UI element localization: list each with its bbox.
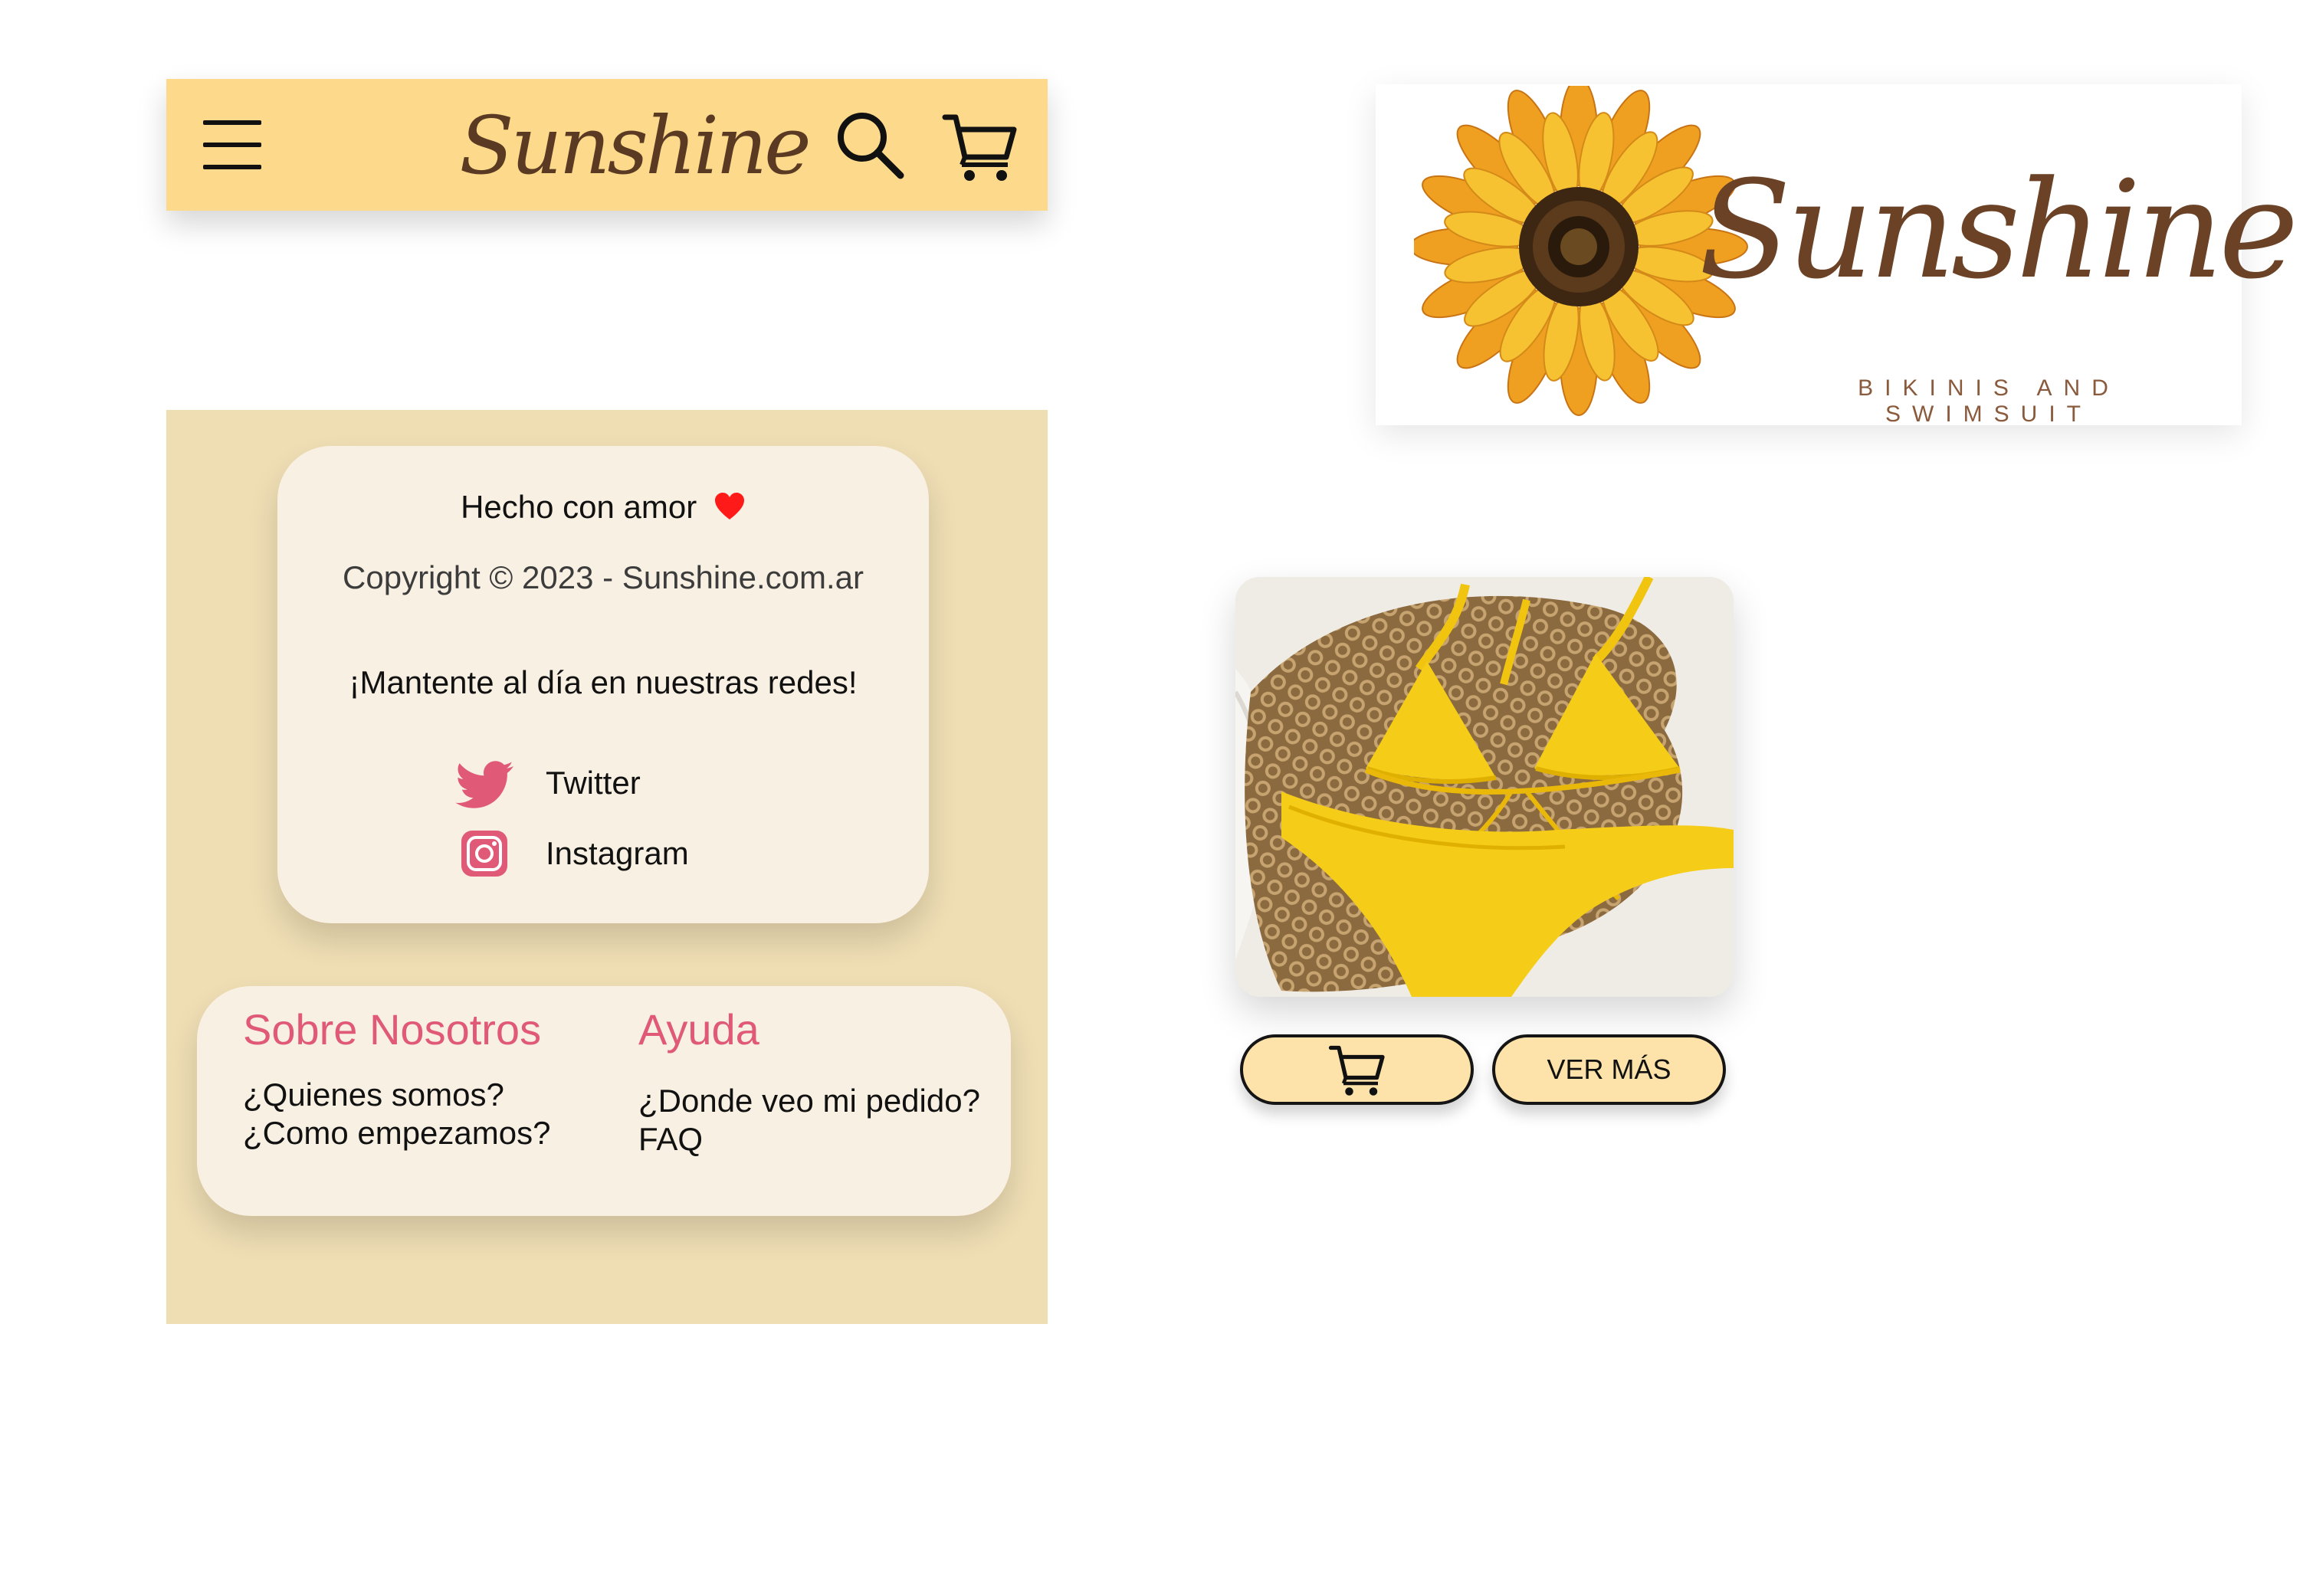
brand-logo-card: Sunshine BIKINIS AND SWIMSUIT <box>1376 84 2299 427</box>
made-with-text: Hecho con amor <box>461 489 697 525</box>
twitter-label: Twitter <box>546 765 641 801</box>
cart-icon <box>1328 1045 1385 1096</box>
copyright-text: Copyright © 2023 - Sunshine.com.ar <box>343 559 864 595</box>
add-to-cart-button[interactable] <box>1240 1034 1474 1105</box>
instagram-link[interactable]: Instagram <box>455 823 689 884</box>
footer-links-card: Sobre Nosotros ¿Quienes somos? ¿Como emp… <box>197 986 1011 1216</box>
how-we-started-link[interactable]: ¿Como empezamos? <box>243 1115 550 1152</box>
social-callout: ¡Mantente al día en nuestras redes! <box>349 664 858 700</box>
twitter-icon <box>455 761 513 808</box>
twitter-link[interactable]: Twitter <box>455 752 641 814</box>
instagram-icon <box>461 831 507 877</box>
header-logo[interactable]: Sunshine <box>459 88 811 203</box>
product-image[interactable] <box>1235 577 1734 997</box>
site-header: Sunshine <box>166 79 1048 211</box>
instagram-label: Instagram <box>546 835 689 871</box>
contact-card: Hecho con amor Copyright © 2023 - Sunshi… <box>277 446 929 923</box>
brand-tagline: BIKINIS AND SWIMSUIT <box>1858 375 2120 427</box>
where-is-my-order-link[interactable]: ¿Donde veo mi pedido? <box>638 1083 980 1119</box>
heart-icon <box>714 493 744 519</box>
search-icon[interactable] <box>833 108 907 182</box>
site-footer: Hecho con amor Copyright © 2023 - Sunshi… <box>166 410 1048 1324</box>
yellow-bikini-photo <box>1235 577 1734 997</box>
made-with-love: Hecho con amor <box>277 489 929 526</box>
cart-icon[interactable] <box>942 110 1019 183</box>
help-heading[interactable]: Ayuda <box>638 1004 759 1054</box>
view-more-button[interactable]: VER MÁS <box>1492 1034 1726 1105</box>
who-we-are-link[interactable]: ¿Quienes somos? <box>243 1077 504 1113</box>
brand-name: Sunshine <box>1698 151 2299 309</box>
menu-icon[interactable] <box>203 120 261 169</box>
faq-link[interactable]: FAQ <box>638 1121 703 1158</box>
about-us-heading[interactable]: Sobre Nosotros <box>243 1004 541 1054</box>
